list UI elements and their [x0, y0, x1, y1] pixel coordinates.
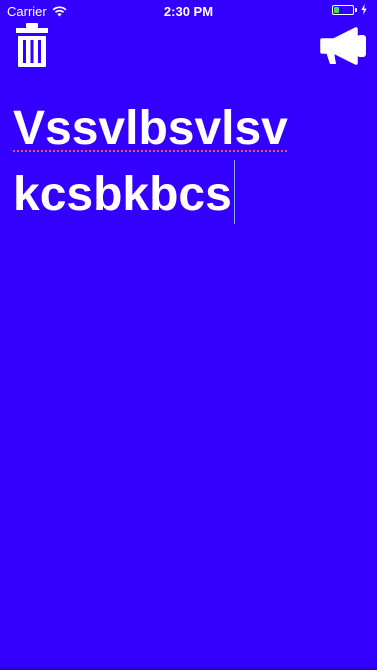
note-text-area[interactable]: Vssvlbsvlsv kcsbkbcs	[13, 98, 358, 226]
status-bar: Carrier 2:30 PM	[0, 0, 377, 22]
text-cursor	[233, 160, 235, 224]
trash-icon	[16, 23, 48, 67]
status-time: 2:30 PM	[163, 4, 214, 19]
note-line-2-text: kcsbkbcs	[13, 168, 232, 221]
speak-button[interactable]	[318, 26, 370, 68]
battery-cap	[355, 7, 357, 12]
charging-bolt-icon	[361, 4, 367, 15]
note-line-1: Vssvlbsvlsv	[13, 102, 288, 155]
battery-level	[334, 6, 340, 13]
battery-icon	[332, 4, 354, 15]
note-line-2: kcsbkbcs	[13, 160, 358, 226]
megaphone-icon	[320, 27, 366, 65]
status-right	[332, 4, 367, 15]
delete-button[interactable]	[14, 22, 50, 68]
